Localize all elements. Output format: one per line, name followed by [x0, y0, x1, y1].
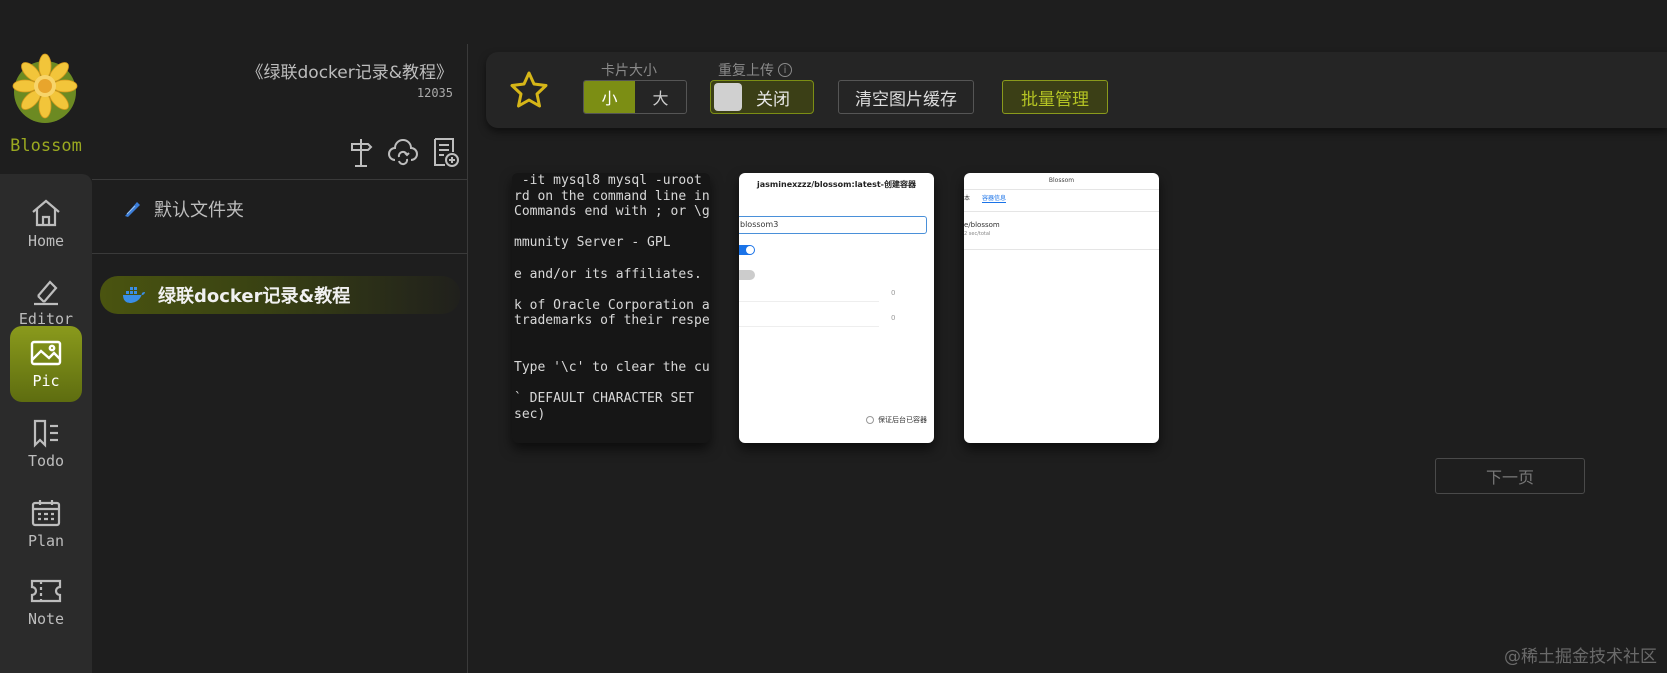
toggle-knob — [714, 83, 742, 111]
duplicate-upload-label: 重复上传 i — [718, 60, 792, 80]
terminal-line: ` DEFAULT CHARACTER SET — [514, 391, 695, 407]
terminal-line: Type '\c' to clear the cu — [514, 360, 710, 376]
card-size-label: 卡片大小 — [601, 63, 657, 79]
nav-rail: Home Editor Pic Todo Plan Note — [0, 174, 92, 673]
pic-toolbar: 卡片大小 小 大 重复上传 i 关闭 清空图片缓存 批量管理 — [486, 52, 1667, 128]
image-card[interactable]: jasminexzzz/blossom:latest-创建容器 blossom3… — [739, 173, 934, 443]
nav-label-home: Home — [27, 232, 65, 250]
star-icon[interactable] — [508, 69, 550, 111]
toggle-label: 关闭 — [756, 89, 790, 110]
add-document-icon[interactable] — [429, 136, 461, 168]
card-screenshot-tab: 本 — [964, 195, 971, 202]
clear-cache-button[interactable]: 清空图片缓存 — [838, 80, 974, 114]
card-screenshot-title: jasminexzzz/blossom:latest-创建容器 — [757, 180, 916, 189]
cloud-sync-icon[interactable] — [387, 136, 419, 168]
card-screenshot-number: 0 — [891, 314, 896, 322]
editor-icon — [34, 280, 58, 306]
divider — [92, 253, 467, 254]
terminal-line: -it mysql8 mysql -uroot — [514, 173, 702, 188]
app-root: Blossom Home Editor Pic Todo Plan Note 《… — [0, 0, 1667, 673]
divider — [92, 179, 467, 180]
terminal-line: Commands end with ; or \g — [514, 204, 710, 220]
todo-icon — [33, 419, 58, 448]
card-screenshot-divider — [964, 211, 1159, 212]
card-screenshot-divider — [964, 249, 1159, 250]
card-screenshot-input: blossom3 — [739, 216, 927, 234]
batch-manage-button[interactable]: 批量管理 — [1002, 80, 1108, 114]
duplicate-upload-text: 重复上传 — [718, 63, 774, 79]
panel-tools — [345, 136, 461, 168]
terminal-line: trademarks of their respe — [514, 313, 710, 329]
next-page-button[interactable]: 下一页 — [1435, 458, 1585, 494]
folder-docker[interactable]: 绿联docker记录&教程 — [100, 276, 460, 314]
card-screenshot-tab-active: 容器信息 — [982, 195, 1007, 203]
book-count: 12035 — [416, 86, 453, 100]
sunflower-logo-icon — [12, 53, 78, 123]
book-title: 《绿联docker记录&教程》 — [246, 63, 453, 83]
note-icon — [30, 579, 62, 603]
nav-item-pic[interactable]: Pic — [10, 326, 82, 402]
nav-label-todo: Todo — [27, 452, 65, 470]
card-screenshot-toggle-on — [739, 245, 755, 255]
logo-area: Blossom — [0, 44, 92, 174]
terminal-line: k of Oracle Corporation a — [514, 297, 710, 313]
terminal-line: mmunity Server - GPL — [514, 235, 671, 251]
checkbox-circle — [866, 416, 874, 424]
home-icon — [32, 199, 60, 227]
nav-item-note[interactable]: Note — [10, 564, 82, 640]
card-screenshot-header: Blossom — [1048, 177, 1075, 184]
image-card[interactable]: -it mysql8 mysql -uroot rd on the command… — [512, 173, 710, 443]
image-card[interactable]: Blossom 本 容器信息 e/blossom 2 sec/total — [964, 173, 1159, 443]
nav-label-plan: Plan — [27, 532, 65, 550]
watermark: @稀土掘金技术社区 — [1504, 647, 1657, 667]
nav-item-home[interactable]: Home — [10, 186, 82, 262]
card-screenshot-divider — [964, 189, 1159, 190]
image-icon — [30, 340, 62, 366]
nav-label-pic: Pic — [32, 372, 60, 390]
folder-default[interactable]: 默认文件夹 — [122, 196, 244, 222]
card-screenshot-line — [739, 326, 879, 327]
checkbox-label: 保证后台已容器 — [878, 416, 927, 424]
size-small-button[interactable]: 小 — [584, 81, 635, 113]
folder-label: 绿联docker记录&教程 — [158, 286, 351, 307]
folder-label: 默认文件夹 — [154, 200, 244, 221]
card-screenshot-subtext: 2 sec/total — [964, 231, 991, 237]
terminal-line: rd on the command line in — [514, 188, 710, 204]
terminal-screenshot-text: -it mysql8 mysql -uroot rd on the command… — [514, 173, 710, 423]
feather-icon — [125, 202, 140, 217]
brand-name: Blossom — [10, 136, 82, 156]
card-screenshot-text: e/blossom — [964, 221, 1000, 229]
terminal-line: e and/or its affiliates. — [514, 266, 702, 282]
card-screenshot-tabs: 本 容器信息 — [964, 193, 1007, 203]
calendar-icon — [31, 500, 61, 527]
docker-icon — [123, 287, 145, 303]
card-screenshot-toggle-off — [739, 270, 755, 280]
nav-label-note: Note — [27, 610, 65, 628]
nav-item-plan[interactable]: Plan — [10, 486, 82, 562]
size-large-button[interactable]: 大 — [635, 81, 686, 113]
card-screenshot-checkbox: 保证后台已容器 — [866, 415, 927, 425]
info-icon[interactable]: i — [778, 63, 792, 77]
nav-item-todo[interactable]: Todo — [10, 406, 82, 482]
card-screenshot-number: 0 — [891, 289, 896, 297]
folder-panel: 《绿联docker记录&教程》 12035 默认文件夹 绿联docker记录&教… — [92, 44, 468, 673]
card-screenshot-line — [739, 301, 879, 302]
duplicate-upload-toggle[interactable]: 关闭 — [710, 80, 814, 114]
signpost-icon[interactable] — [345, 136, 377, 168]
terminal-line: sec) — [514, 406, 546, 422]
card-size-selector: 小 大 — [583, 80, 687, 114]
